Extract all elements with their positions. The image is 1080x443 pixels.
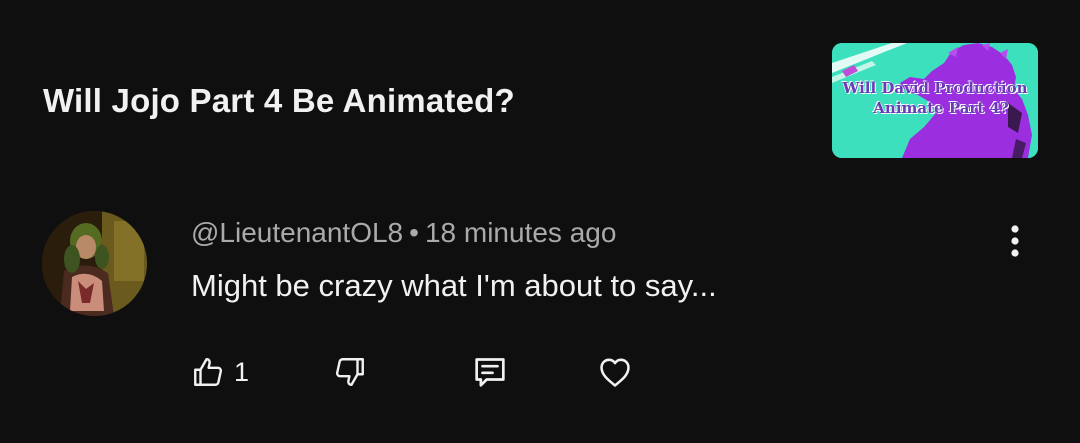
- thumbnail-text-line2: Animate Part 4?: [873, 99, 1009, 117]
- reply-button[interactable]: [470, 352, 510, 392]
- thumbs-down-icon: [335, 358, 364, 386]
- thumbs-up-icon: [194, 358, 223, 386]
- meta-separator: •: [409, 217, 419, 248]
- thumbnail-text-line1: Will David Production: [842, 79, 1028, 97]
- heart-button[interactable]: [596, 352, 634, 392]
- comment-icon: [475, 358, 505, 387]
- video-title[interactable]: Will Jojo Part 4 Be Animated?: [43, 82, 515, 120]
- like-count: 1: [234, 356, 250, 387]
- comment-author[interactable]: @LieutenantOL8: [191, 217, 403, 248]
- vertical-dots-icon: [1011, 225, 1019, 257]
- dislike-button[interactable]: [332, 352, 368, 392]
- avatar-image: [42, 211, 147, 316]
- video-thumbnail[interactable]: Will David Production Animate Part 4?: [832, 43, 1038, 158]
- avatar[interactable]: [42, 211, 147, 316]
- more-options-button[interactable]: [995, 221, 1035, 261]
- comment-time: 18 minutes ago: [424, 217, 617, 248]
- comment-text[interactable]: Might be crazy what I'm about to say...: [191, 268, 717, 304]
- like-button[interactable]: 1: [190, 352, 249, 392]
- comment-meta: @LieutenantOL8 • 18 minutes ago: [191, 217, 616, 249]
- heart-icon: [600, 358, 630, 387]
